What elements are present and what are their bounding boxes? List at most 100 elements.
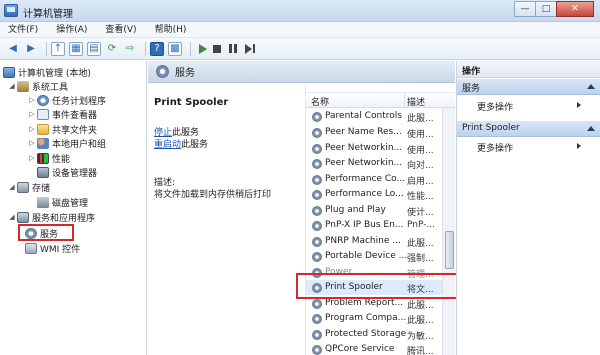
tree-item-event-viewer[interactable]: ▷ 事件查看器 — [28, 107, 97, 121]
service-desc: PnP-... — [407, 220, 436, 230]
menu-view[interactable]: 查看(V) — [105, 22, 136, 37]
tree-item-label: 系统工具 — [32, 82, 69, 93]
tree-item-root[interactable]: 计算机管理 (本地) — [2, 65, 91, 79]
list-item[interactable]: Peer Networkin... 向对... — [306, 156, 442, 171]
export-list-icon[interactable]: ⇨ — [123, 42, 137, 56]
list-item[interactable]: Performance Lo... 性能... — [306, 187, 442, 202]
tree-item-wmi[interactable]: WMI 控件 — [24, 241, 80, 255]
service-name: Peer Networkin... — [325, 158, 403, 168]
column-header-description[interactable]: 描述 — [407, 95, 425, 108]
list-item[interactable]: QPCore Service 腾讯... — [306, 342, 442, 355]
collapse-arrow-icon[interactable]: ◢ — [8, 183, 16, 191]
tree-item-services-apps[interactable]: ◢ 服务和应用程序 — [8, 210, 95, 224]
console-icon[interactable]: ▩ — [168, 41, 182, 56]
tree-item-label: 共享文件夹 — [52, 125, 98, 136]
actions-pane: 操作 服务 更多操作 Print Spooler 更多操作 — [456, 61, 600, 355]
service-desc: 此服... — [407, 239, 434, 249]
highlight-box-print-spooler — [296, 273, 468, 299]
restart-service-line: 重启动此服务 — [154, 137, 208, 150]
gear-icon — [312, 345, 322, 355]
back-arrow-icon[interactable]: ◀ — [6, 42, 20, 56]
menu-action[interactable]: 操作(A) — [56, 22, 87, 37]
help-icon[interactable]: ? — [150, 41, 164, 56]
collapse-arrow-icon[interactable]: ◢ — [8, 213, 16, 221]
toolbar-divider — [190, 41, 191, 56]
column-header-name[interactable]: 名称 — [311, 95, 329, 108]
forward-arrow-icon[interactable]: ▶ — [24, 42, 38, 56]
service-name: Performance Co... — [325, 174, 406, 184]
computer-management-icon — [4, 4, 18, 17]
service-desc: 腾讯... — [407, 347, 434, 355]
up-folder-icon[interactable]: ↑ — [51, 41, 65, 56]
list-item[interactable]: Parental Controls 此服... — [306, 109, 442, 124]
tree-item-device-manager[interactable]: 设备管理器 — [36, 165, 97, 179]
tree-item-storage[interactable]: ◢ 存储 — [8, 180, 50, 194]
menu-help[interactable]: 帮助(H) — [155, 22, 187, 37]
pause-service-icon[interactable] — [229, 44, 237, 53]
close-button[interactable]: ✕ — [556, 1, 594, 17]
menu-file[interactable]: 文件(F) — [8, 22, 38, 37]
restart-service-suffix: 此服务 — [181, 140, 209, 150]
tree-item-local-users[interactable]: ▷ 本地用户和组 — [28, 136, 106, 150]
restart-service-link[interactable]: 重启动 — [154, 140, 181, 150]
expand-arrow-icon[interactable]: ▷ — [28, 125, 36, 133]
tree-item-label: 存储 — [32, 183, 51, 194]
list-item[interactable]: Plug and Play 使计... — [306, 203, 442, 218]
tree-item-system-tools[interactable]: ◢ 系统工具 — [8, 79, 68, 93]
actions-section-print-spooler[interactable]: Print Spooler — [457, 121, 600, 137]
submenu-arrow-icon — [577, 102, 581, 108]
actions-section-services[interactable]: 服务 — [457, 79, 600, 95]
list-item[interactable]: Peer Networkin... 使用... — [306, 141, 442, 156]
list-item[interactable]: PnP-X IP Bus En... PnP-... — [306, 218, 442, 233]
expand-arrow-icon[interactable]: ▷ — [28, 154, 36, 162]
toolbar: ◀ ▶ ↑ ▦ ▤ ⟳ ⇨ ? ▩ — [0, 38, 600, 60]
tree-item-label: 任务计划程序 — [52, 96, 107, 107]
maximize-button[interactable]: □ — [535, 1, 557, 17]
list-item[interactable]: Peer Name Res... 使用... — [306, 125, 442, 140]
refresh-icon[interactable]: ⟳ — [105, 42, 119, 56]
service-name: Performance Lo... — [325, 189, 404, 199]
tree-item-label: 本地用户和组 — [52, 139, 107, 150]
show-hide-tree-icon[interactable]: ▦ — [69, 41, 83, 56]
list-item[interactable]: Program Compa... 此服... — [306, 311, 442, 326]
service-name: Parental Controls — [325, 111, 402, 121]
expand-arrow-icon[interactable]: ▷ — [28, 110, 36, 118]
tree-item-performance[interactable]: ▷ 性能 — [28, 151, 70, 165]
service-name: Peer Name Res... — [325, 127, 402, 137]
scrollbar-thumb[interactable] — [445, 231, 454, 269]
window-controls: — □ ✕ — [514, 1, 594, 17]
expand-arrow-icon[interactable]: ▷ — [28, 139, 36, 147]
section-label: Print Spooler — [462, 123, 520, 133]
start-service-icon[interactable] — [199, 43, 207, 54]
column-divider[interactable] — [404, 93, 405, 108]
submenu-arrow-icon — [577, 143, 581, 149]
tree-item-task-scheduler[interactable]: ▷ 任务计划程序 — [28, 93, 106, 107]
restart-service-icon[interactable] — [245, 43, 252, 54]
properties-icon[interactable]: ▤ — [87, 41, 101, 56]
more-actions-print-spooler[interactable]: 更多操作 — [477, 141, 581, 154]
tree-item-shared-folders[interactable]: ▷ 共享文件夹 — [28, 122, 97, 136]
gear-icon — [312, 144, 322, 154]
more-actions-services[interactable]: 更多操作 — [477, 100, 581, 113]
gear-icon — [312, 330, 322, 340]
expand-arrow-icon[interactable]: ▷ — [28, 96, 36, 104]
list-item[interactable]: PNRP Machine ... 此服... — [306, 234, 442, 249]
list-item[interactable]: Portable Device ... 强制... — [306, 249, 442, 264]
stop-service-icon[interactable] — [213, 44, 221, 53]
list-item[interactable]: Protected Storage 为敏... — [306, 327, 442, 342]
list-item[interactable]: Performance Co... 启用... — [306, 172, 442, 187]
collapse-caret-icon[interactable] — [587, 126, 595, 131]
minimize-button[interactable]: — — [514, 1, 536, 17]
service-desc: 强制... — [407, 254, 434, 264]
gear-icon — [312, 221, 322, 231]
gear-icon — [312, 128, 322, 138]
tree-item-disk-management[interactable]: 磁盘管理 — [36, 195, 88, 209]
users-icon — [37, 137, 49, 149]
menu-bar: 文件(F) 操作(A) 查看(V) 帮助(H) — [0, 22, 600, 38]
collapse-caret-icon[interactable] — [587, 84, 595, 89]
gear-icon — [312, 206, 322, 216]
vertical-scrollbar[interactable] — [442, 108, 455, 355]
tree-item-label: 服务和应用程序 — [32, 213, 96, 224]
collapse-arrow-icon[interactable]: ◢ — [8, 82, 16, 90]
service-desc: 性能... — [407, 192, 434, 202]
